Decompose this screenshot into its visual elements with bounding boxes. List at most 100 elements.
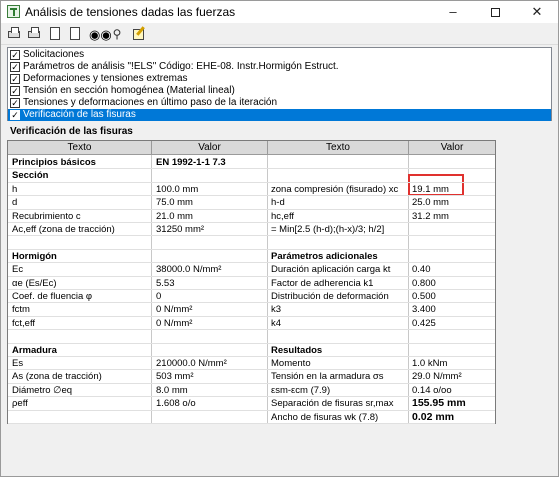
text-cell[interactable]: k4: [271, 317, 407, 330]
column-header-value-2[interactable]: Valor: [409, 141, 495, 155]
value-cell[interactable]: 5.53: [156, 277, 266, 290]
text-cell[interactable]: αe (Es/Ec): [12, 277, 150, 290]
text-cell[interactable]: Tensión en la armadura σs: [271, 370, 407, 383]
search-settings-button[interactable]: ⚲: [109, 26, 125, 42]
edit-button[interactable]: [131, 26, 147, 42]
text-cell[interactable]: Diámetro ∅eq: [12, 384, 150, 397]
text-cell[interactable]: Resultados: [271, 344, 407, 357]
text-cell[interactable]: Distribución de deformación: [271, 290, 407, 303]
value-cell[interactable]: 0.02 mm: [412, 411, 494, 424]
text-cell[interactable]: [12, 236, 150, 249]
option-checkbox[interactable]: ✓: [10, 86, 20, 96]
value-cell[interactable]: 503 mm²: [156, 370, 266, 383]
column-header-text-2[interactable]: Texto: [268, 141, 409, 155]
text-cell[interactable]: [271, 156, 407, 169]
value-cell[interactable]: [412, 236, 494, 249]
column-header-text-1[interactable]: Texto: [8, 141, 152, 155]
option-checkbox[interactable]: ✓: [10, 62, 20, 72]
text-cell[interactable]: = Min[2.5 (h-d);(h-x)/3; h/2]: [271, 223, 407, 236]
value-cell[interactable]: 21.0 mm: [156, 210, 266, 223]
value-cell[interactable]: 31.2 mm: [412, 210, 494, 223]
print-preview-button[interactable]: [26, 26, 42, 42]
value-cell[interactable]: 25.0 mm: [412, 196, 494, 209]
value-cell[interactable]: 0 N/mm²: [156, 317, 266, 330]
text-cell[interactable]: Ancho de fisuras wk (7.8): [271, 411, 407, 424]
option-row[interactable]: ✓ Deformaciones y tensiones extremas: [8, 73, 551, 85]
text-cell[interactable]: hc,eff: [271, 210, 407, 223]
text-cell[interactable]: [271, 169, 407, 182]
value-cell[interactable]: 0.800: [412, 277, 494, 290]
value-cell[interactable]: EN 1992-1-1 7.3: [156, 156, 266, 169]
text-cell[interactable]: [12, 330, 150, 343]
value-cell[interactable]: 0.500: [412, 290, 494, 303]
text-cell[interactable]: ρeff: [12, 397, 150, 410]
value-cell[interactable]: [156, 330, 266, 343]
value-cell[interactable]: 0: [156, 290, 266, 303]
text-cell[interactable]: zona compresión (fisurado) xc: [271, 183, 407, 196]
text-cell[interactable]: Duración aplicación carga kt: [271, 263, 407, 276]
option-checkbox[interactable]: ✓: [10, 98, 20, 108]
text-cell[interactable]: Sección: [12, 169, 150, 182]
value-cell[interactable]: 19.1 mm: [412, 183, 494, 196]
value-cell[interactable]: [156, 344, 266, 357]
option-checkbox[interactable]: ✓: [10, 74, 20, 84]
value-cell[interactable]: 3.400: [412, 303, 494, 316]
value-cell[interactable]: 31250 mm²: [156, 223, 266, 236]
value-cell[interactable]: 0.40: [412, 263, 494, 276]
text-cell[interactable]: Armadura: [12, 344, 150, 357]
text-cell[interactable]: [271, 330, 407, 343]
minimize-button[interactable]: –: [432, 1, 474, 23]
value-cell[interactable]: [412, 330, 494, 343]
find-button[interactable]: ◉◉: [88, 26, 112, 42]
value-cell[interactable]: [412, 223, 494, 236]
option-row[interactable]: ✓ Tensiones y deformaciones en último pas…: [8, 97, 551, 109]
copy-button[interactable]: [47, 26, 63, 45]
text-cell[interactable]: εsm-εcm (7.9): [271, 384, 407, 397]
value-cell[interactable]: 29.0 N/mm²: [412, 370, 494, 383]
text-cell[interactable]: [12, 411, 150, 424]
value-cell[interactable]: 0 N/mm²: [156, 303, 266, 316]
value-cell[interactable]: 38000.0 N/mm²: [156, 263, 266, 276]
text-cell[interactable]: Separación de fisuras sr,max: [271, 397, 407, 410]
text-cell[interactable]: [271, 236, 407, 249]
value-cell[interactable]: [156, 236, 266, 249]
text-cell[interactable]: fctm: [12, 303, 150, 316]
text-cell[interactable]: Factor de adherencia k1: [271, 277, 407, 290]
option-checkbox[interactable]: ✓: [10, 50, 20, 60]
value-cell[interactable]: [412, 344, 494, 357]
value-cell[interactable]: [412, 169, 494, 182]
value-cell[interactable]: 1.608 o/o: [156, 397, 266, 410]
column-header-value-1[interactable]: Valor: [152, 141, 268, 155]
text-cell[interactable]: Principios básicos: [12, 156, 150, 169]
value-cell[interactable]: [156, 250, 266, 263]
option-row[interactable]: ✓ Parámetros de análisis "!ELS" Código: E…: [8, 61, 551, 73]
value-cell[interactable]: 0.425: [412, 317, 494, 330]
value-cell[interactable]: [412, 250, 494, 263]
text-cell[interactable]: Ac,eff (zona de tracción): [12, 223, 150, 236]
value-cell[interactable]: 8.0 mm: [156, 384, 266, 397]
option-row[interactable]: ✓ Solicitaciones: [8, 49, 551, 61]
value-cell[interactable]: [156, 169, 266, 182]
text-cell[interactable]: k3: [271, 303, 407, 316]
text-cell[interactable]: d: [12, 196, 150, 209]
print-button[interactable]: [6, 26, 22, 42]
option-row[interactable]: ✓ Verificación de las fisuras: [8, 109, 551, 121]
text-cell[interactable]: h: [12, 183, 150, 196]
option-checkbox[interactable]: ✓: [10, 110, 20, 120]
text-cell[interactable]: Parámetros adicionales: [271, 250, 407, 263]
page-button[interactable]: [67, 26, 83, 42]
text-cell[interactable]: Coef. de fluencia φ: [12, 290, 150, 303]
text-cell[interactable]: fct,eff: [12, 317, 150, 330]
value-cell[interactable]: 210000.0 N/mm²: [156, 357, 266, 370]
option-row[interactable]: ✓ Tensión en sección homogénea (Material …: [8, 85, 551, 97]
value-cell[interactable]: [412, 156, 494, 169]
text-cell[interactable]: Momento: [271, 357, 407, 370]
value-cell[interactable]: 75.0 mm: [156, 196, 266, 209]
value-cell[interactable]: [156, 411, 266, 424]
text-cell[interactable]: As (zona de tracción): [12, 370, 150, 383]
value-cell[interactable]: 155.95 mm: [412, 397, 494, 410]
value-cell[interactable]: 0.14 o/oo: [412, 384, 494, 397]
close-button[interactable]: ✕: [516, 1, 558, 23]
maximize-button[interactable]: [474, 1, 516, 23]
text-cell[interactable]: Hormigón: [12, 250, 150, 263]
